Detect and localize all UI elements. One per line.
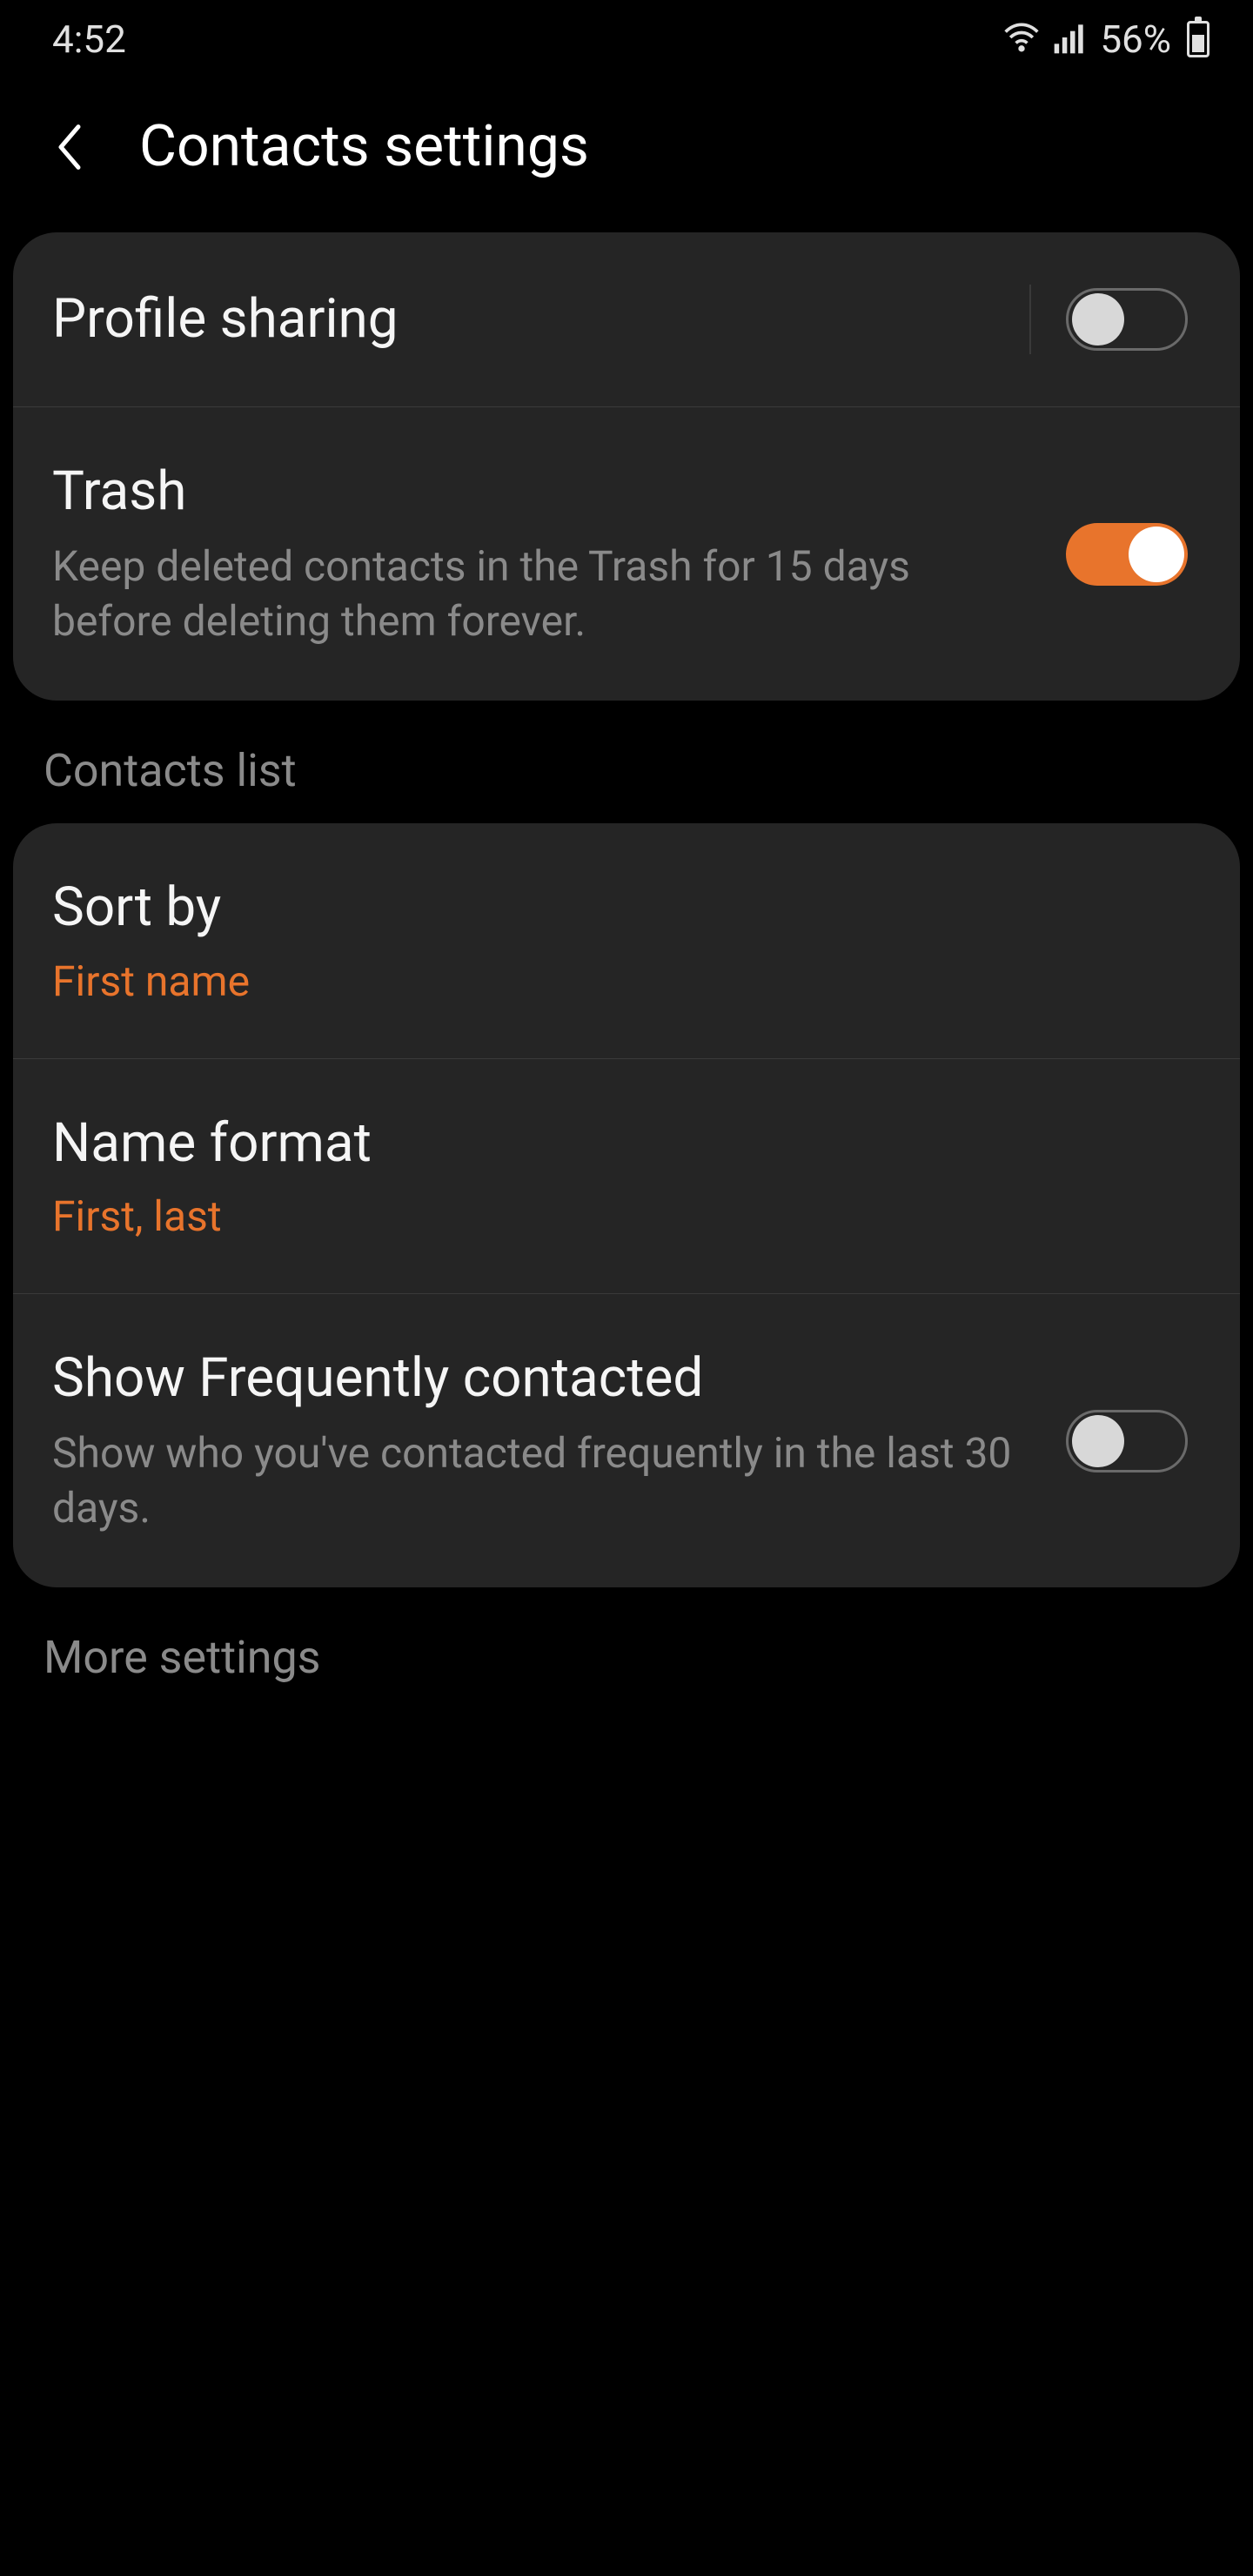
name-format-title: Name format: [52, 1111, 1153, 1176]
frequently-toggle[interactable]: [1066, 1410, 1188, 1472]
sort-by-title: Sort by: [52, 875, 1153, 940]
status-bar: 4:52 56%: [0, 0, 1253, 78]
page-header: Contacts settings: [0, 78, 1253, 232]
back-button[interactable]: [44, 121, 96, 173]
section-more-settings: More settings: [0, 1587, 1253, 1710]
divider: [1029, 285, 1031, 354]
profile-sharing-title: Profile sharing: [52, 287, 995, 352]
status-time: 4:52: [52, 17, 126, 62]
battery-icon: [1187, 21, 1209, 57]
settings-card-general: Profile sharing Trash Keep deleted conta…: [13, 232, 1240, 701]
profile-sharing-toggle[interactable]: [1066, 288, 1188, 351]
trash-row[interactable]: Trash Keep deleted contacts in the Trash…: [13, 407, 1240, 701]
trash-toggle[interactable]: [1066, 523, 1188, 586]
sort-by-row[interactable]: Sort by First name: [13, 823, 1240, 1058]
settings-card-contacts-list: Sort by First name Name format First, la…: [13, 823, 1240, 1587]
trash-title: Trash: [52, 460, 1031, 524]
trash-desc: Keep deleted contacts in the Trash for 1…: [52, 540, 1031, 648]
battery-percent: 56%: [1100, 17, 1171, 62]
signal-icon: [1051, 18, 1089, 60]
frequently-contacted-row[interactable]: Show Frequently contacted Show who you'v…: [13, 1294, 1240, 1587]
section-contacts-list: Contacts list: [0, 701, 1253, 823]
sort-by-value: First name: [52, 956, 1153, 1006]
profile-sharing-row[interactable]: Profile sharing: [13, 232, 1240, 407]
frequently-desc: Show who you've contacted frequently in …: [52, 1426, 1031, 1535]
status-indicators: 56%: [1002, 17, 1209, 62]
frequently-title: Show Frequently contacted: [52, 1346, 1031, 1411]
wifi-icon: [1002, 18, 1041, 60]
page-title: Contacts settings: [139, 113, 589, 180]
name-format-row[interactable]: Name format First, last: [13, 1059, 1240, 1294]
name-format-value: First, last: [52, 1191, 1153, 1241]
